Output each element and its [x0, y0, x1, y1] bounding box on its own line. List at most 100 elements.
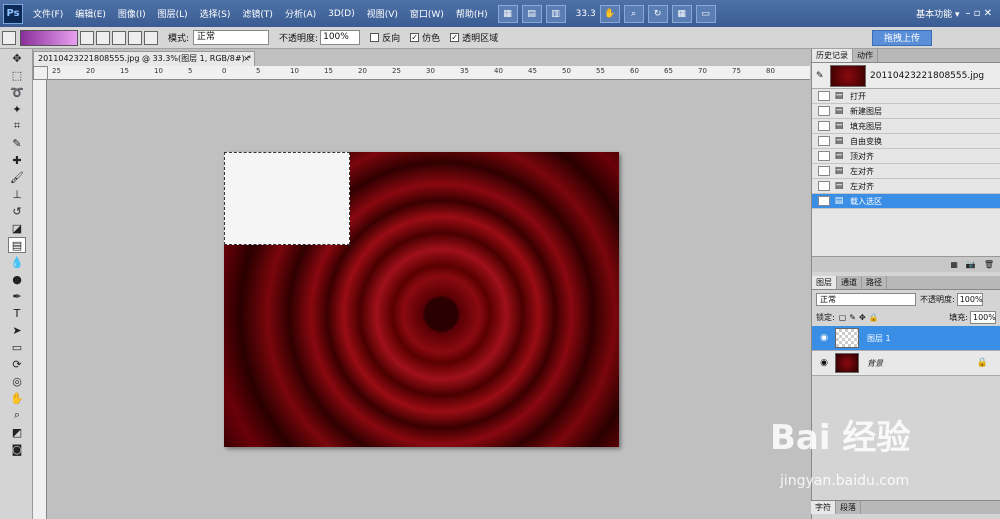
eraser-icon[interactable]: ◪ [8, 220, 26, 236]
history-item[interactable]: ▤ 填充图层 [812, 119, 1000, 134]
gradient-tool-icon[interactable]: ▤ [8, 237, 26, 253]
mini-bridge-icon[interactable]: ▤ [521, 4, 542, 23]
history-source-checkbox[interactable] [818, 136, 830, 146]
screen-mode-icon[interactable]: ▭ [695, 4, 716, 23]
diamond-gradient-icon[interactable] [144, 30, 158, 45]
radial-gradient-icon[interactable] [96, 30, 110, 45]
new-document-icon[interactable]: ▦ [950, 260, 958, 269]
gradient-picker[interactable] [20, 29, 78, 46]
eye-icon[interactable]: ◉ [817, 333, 831, 343]
history-source-checkbox[interactable] [818, 121, 830, 131]
tab-actions[interactable]: 动作 [853, 49, 878, 62]
crop-tool-icon[interactable]: ⌗ [8, 118, 26, 134]
zoom-level[interactable]: 33.3 [576, 9, 596, 19]
horizontal-ruler[interactable]: 25 20 15 10 5 0 5 10 15 20 25 30 35 40 45 50 55 60 65 70 75 8… [48, 66, 810, 80]
close-icon[interactable]: × [243, 52, 250, 66]
layer-item[interactable]: ◉ 背景 🔒 [812, 351, 1000, 376]
window-controls[interactable]: – ▫ ✕ [965, 8, 992, 19]
view-extras-icon[interactable]: ▥ [545, 4, 566, 23]
history-item[interactable]: ▤ 左对齐 [812, 179, 1000, 194]
lasso-tool-icon[interactable]: ➰ [8, 84, 26, 100]
bridge-icon[interactable]: ▦ [497, 4, 518, 23]
opacity-input[interactable]: 100% [320, 30, 361, 45]
new-snapshot-icon[interactable]: 📷 [966, 260, 976, 269]
menu-layer[interactable]: 图层(L) [152, 7, 194, 20]
layer-opacity-input[interactable]: 100% [956, 292, 983, 306]
history-item[interactable]: ▤ 载入选区 [812, 194, 1000, 209]
lock-transparent-icon[interactable]: ▢ [839, 313, 847, 322]
lock-all-icon[interactable]: 🔒 [869, 313, 879, 322]
upload-button[interactable]: 拖拽上传 [872, 29, 932, 46]
ruler-origin[interactable] [33, 66, 48, 80]
menu-window[interactable]: 窗口(W) [404, 7, 450, 20]
document-tab[interactable]: 20110423221808555.jpg @ 33.3%(图层 1, RGB/… [33, 51, 255, 66]
menu-view[interactable]: 视图(V) [361, 7, 404, 20]
history-item[interactable]: ▤ 打开 [812, 89, 1000, 104]
selection-marquee[interactable] [224, 152, 350, 245]
marquee-tool-icon[interactable]: ⬚ [8, 67, 26, 83]
tab-paragraph[interactable]: 段落 [836, 501, 861, 514]
3d-orbit-icon[interactable]: ◎ [8, 373, 26, 389]
menu-image[interactable]: 图像(I) [112, 7, 152, 20]
dither-checkbox[interactable]: ✓ 仿色 [410, 31, 440, 44]
path-select-icon[interactable]: ➤ [8, 322, 26, 338]
zoom-tool-icon[interactable]: ⌕ [623, 4, 644, 23]
blend-mode-select[interactable]: 正常 [816, 292, 916, 306]
reverse-checkbox[interactable]: 反向 [370, 31, 400, 44]
tool-preset-icon[interactable] [2, 30, 16, 45]
angle-gradient-icon[interactable] [112, 30, 126, 45]
delete-state-icon[interactable]: 🗑 [984, 260, 994, 269]
menu-edit[interactable]: 编辑(E) [69, 7, 112, 20]
history-item[interactable]: ▤ 左对齐 [812, 164, 1000, 179]
stamp-tool-icon[interactable]: ⊥ [8, 186, 26, 202]
tab-layers[interactable]: 图层 [812, 276, 837, 289]
eyedropper-icon[interactable]: ✎ [8, 135, 26, 151]
quick-mask-icon[interactable]: ◙ [8, 441, 26, 457]
history-item[interactable]: ▤ 顶对齐 [812, 149, 1000, 164]
rotate-view-icon[interactable]: ↻ [647, 4, 668, 23]
tab-channels[interactable]: 通道 [837, 276, 862, 289]
hand-tool-icon[interactable]: ✋ [599, 4, 620, 23]
reflected-gradient-icon[interactable] [128, 30, 142, 45]
layer-item[interactable]: ◉ 图层 1 [812, 326, 1000, 351]
fill-input[interactable]: 100% [970, 310, 996, 324]
menu-3d[interactable]: 3D(D) [322, 9, 361, 19]
3d-rotate-icon[interactable]: ⟳ [8, 356, 26, 372]
menu-help[interactable]: 帮助(H) [450, 7, 494, 20]
tab-history[interactable]: 历史记录 [812, 49, 853, 62]
menu-analysis[interactable]: 分析(A) [279, 7, 322, 20]
tab-character[interactable]: 字符 [811, 501, 836, 514]
blur-tool-icon[interactable]: 💧 [8, 254, 26, 270]
history-source-checkbox[interactable] [818, 196, 830, 206]
color-swatches-icon[interactable]: ◩ [8, 424, 26, 440]
history-source-checkbox[interactable] [818, 151, 830, 161]
linear-gradient-icon[interactable] [80, 30, 94, 45]
vertical-ruler[interactable] [33, 80, 47, 519]
move-tool-icon[interactable]: ✥ [8, 50, 26, 66]
history-item[interactable]: ▤ 新建图层 [812, 104, 1000, 119]
history-source-checkbox[interactable] [818, 91, 830, 101]
lock-position-icon[interactable]: ✥ [859, 313, 866, 322]
arrange-docs-icon[interactable]: ▦ [671, 4, 692, 23]
eye-icon[interactable]: ◉ [817, 358, 831, 368]
transparency-checkbox[interactable]: ✓ 透明区域 [450, 31, 498, 44]
history-source-checkbox[interactable] [818, 166, 830, 176]
history-item[interactable]: ▤ 自由变换 [812, 134, 1000, 149]
menu-select[interactable]: 选择(S) [194, 7, 237, 20]
workspace-switcher[interactable]: 基本功能 ▾ [916, 7, 959, 20]
tab-paths[interactable]: 路径 [862, 276, 887, 289]
history-brush-icon[interactable]: ↺ [8, 203, 26, 219]
mode-select[interactable]: 正常 [193, 30, 270, 45]
type-tool-icon[interactable]: T [8, 305, 26, 321]
magic-wand-icon[interactable]: ✦ [8, 101, 26, 117]
dodge-tool-icon[interactable]: ● [8, 271, 26, 287]
healing-brush-icon[interactable]: ✚ [8, 152, 26, 168]
zoom-icon[interactable]: ⌕ [8, 407, 26, 423]
pen-tool-icon[interactable]: ✒ [8, 288, 26, 304]
shape-tool-icon[interactable]: ▭ [8, 339, 26, 355]
history-snapshot[interactable]: ✎ 20110423221808555.jpg [812, 63, 1000, 89]
lock-pixels-icon[interactable]: ✎ [849, 313, 856, 322]
snapshot-brush-icon[interactable]: ✎ [816, 71, 828, 81]
history-source-checkbox[interactable] [818, 181, 830, 191]
history-source-checkbox[interactable] [818, 106, 830, 116]
